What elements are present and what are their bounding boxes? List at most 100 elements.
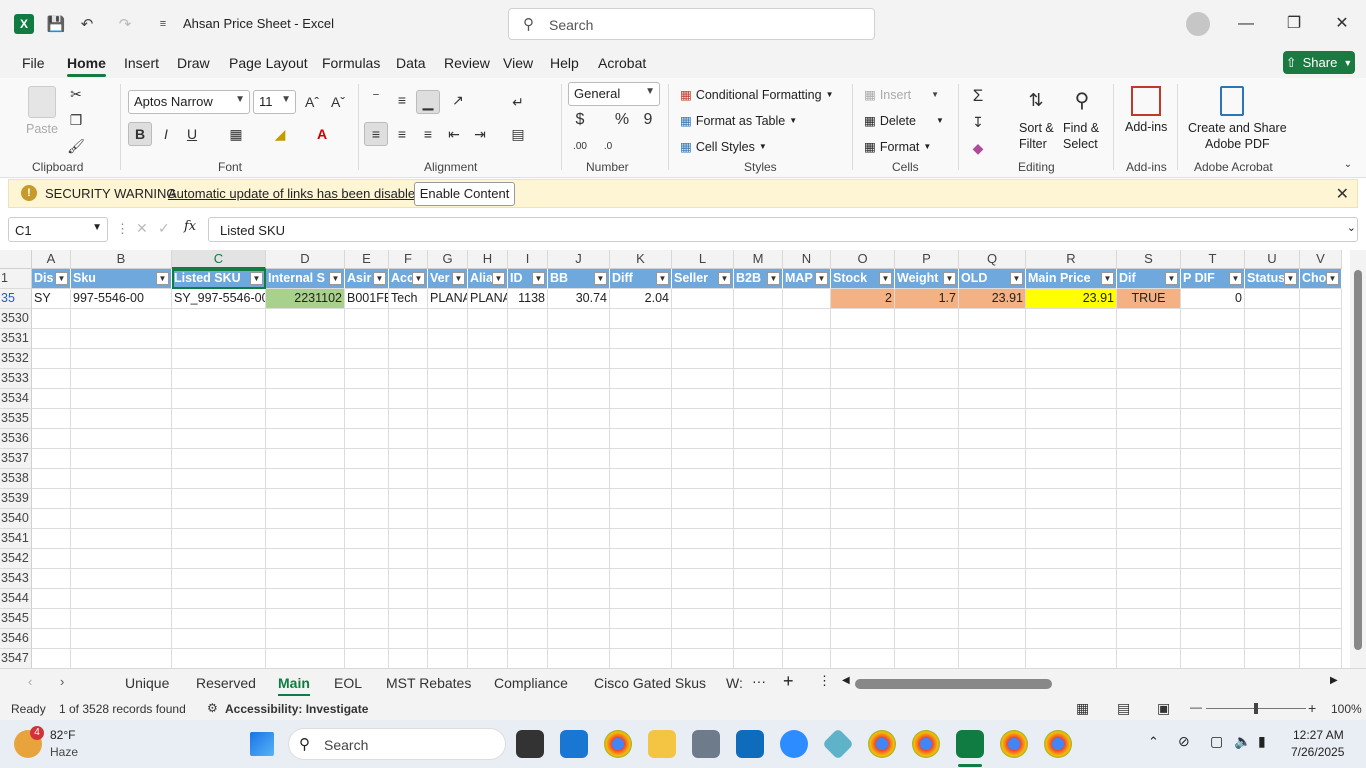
cell[interactable]	[32, 549, 71, 569]
cell[interactable]	[468, 369, 508, 389]
sort-filter-icon[interactable]: ⇅	[1024, 88, 1048, 112]
cell[interactable]	[266, 329, 345, 349]
table-header-cell[interactable]: MAP ▼	[783, 269, 831, 289]
italic-icon[interactable]: I	[154, 122, 178, 146]
tab-insert[interactable]: Insert	[124, 55, 159, 71]
cell[interactable]	[1181, 609, 1245, 629]
cell[interactable]	[32, 629, 71, 649]
cell[interactable]	[1117, 509, 1181, 529]
cell[interactable]	[266, 609, 345, 629]
cell[interactable]	[1245, 409, 1300, 429]
cell[interactable]	[345, 529, 389, 549]
cell[interactable]	[1300, 289, 1342, 309]
redo-icon[interactable]: ↷	[114, 13, 136, 35]
cell[interactable]	[345, 609, 389, 629]
cell[interactable]	[32, 589, 71, 609]
insert-cells-button[interactable]: ▦ Insert ▼	[864, 87, 939, 103]
cell[interactable]	[428, 349, 468, 369]
cell[interactable]	[783, 549, 831, 569]
cell[interactable]	[389, 529, 428, 549]
cell[interactable]	[508, 369, 548, 389]
cell[interactable]: 997-5546-00	[71, 289, 172, 309]
cell[interactable]	[1245, 389, 1300, 409]
cell[interactable]	[428, 429, 468, 449]
cell[interactable]	[266, 589, 345, 609]
cell[interactable]	[1245, 549, 1300, 569]
filter-dropdown-icon[interactable]: ▼	[532, 272, 545, 285]
column-header[interactable]: K	[610, 250, 672, 269]
cell[interactable]	[672, 349, 734, 369]
column-header[interactable]: F	[389, 250, 428, 269]
cell[interactable]	[1181, 569, 1245, 589]
cell[interactable]	[428, 409, 468, 429]
align-bottom-icon[interactable]: ▁	[416, 90, 440, 114]
cell[interactable]	[71, 389, 172, 409]
decrease-indent-icon[interactable]: ⇤	[442, 122, 466, 146]
scroll-left-icon[interactable]: ◀	[842, 675, 850, 686]
cell[interactable]	[32, 649, 71, 668]
cell[interactable]	[783, 369, 831, 389]
cell[interactable]	[783, 289, 831, 309]
cell[interactable]	[345, 309, 389, 329]
cell[interactable]	[1117, 549, 1181, 569]
cell[interactable]	[831, 349, 895, 369]
row-header[interactable]: 3531	[0, 329, 32, 349]
cell[interactable]	[32, 449, 71, 469]
cell[interactable]: SY_997-5546-00	[172, 289, 266, 309]
increase-indent-icon[interactable]: ⇥	[468, 122, 492, 146]
cell[interactable]	[548, 649, 610, 668]
cell[interactable]	[1026, 589, 1117, 609]
chrome-profile-icon[interactable]	[912, 730, 940, 758]
row-header[interactable]: 3540	[0, 509, 32, 529]
table-header-cell[interactable]: Weight ▼	[895, 269, 959, 289]
cell[interactable]	[428, 309, 468, 329]
cell[interactable]	[32, 609, 71, 629]
cell[interactable]	[71, 329, 172, 349]
cell[interactable]	[266, 369, 345, 389]
close-icon[interactable]: ✕	[1336, 184, 1349, 204]
sheet-tab-compliance[interactable]: Compliance	[494, 675, 568, 691]
cell[interactable]	[831, 429, 895, 449]
cell[interactable]	[959, 389, 1026, 409]
cell[interactable]	[468, 509, 508, 529]
filter-dropdown-icon[interactable]: ▼	[452, 272, 465, 285]
align-right-icon[interactable]: ≡	[416, 122, 440, 146]
cell[interactable]	[1181, 329, 1245, 349]
filter-dropdown-icon[interactable]: ▼	[156, 272, 169, 285]
cell[interactable]	[508, 429, 548, 449]
excel-taskbar-icon[interactable]	[956, 730, 984, 758]
cell[interactable]	[508, 309, 548, 329]
cell[interactable]	[1117, 369, 1181, 389]
find-select-button[interactable]: Find & Select	[1063, 120, 1099, 152]
cell[interactable]	[959, 569, 1026, 589]
cell[interactable]	[71, 569, 172, 589]
zoom-slider[interactable]	[1206, 703, 1306, 714]
cell[interactable]: 1138	[508, 289, 548, 309]
cell[interactable]	[468, 489, 508, 509]
cell[interactable]	[1026, 509, 1117, 529]
cell[interactable]	[508, 449, 548, 469]
column-header[interactable]: Q	[959, 250, 1026, 269]
cell[interactable]	[783, 329, 831, 349]
display-icon[interactable]: ▢	[1210, 733, 1223, 750]
number-format-select[interactable]: General ▼	[568, 82, 660, 106]
cell[interactable]	[172, 489, 266, 509]
customize-qat-icon[interactable]: ≡	[152, 13, 174, 35]
table-header-cell[interactable]: Status ▼	[1245, 269, 1300, 289]
cell[interactable]	[610, 469, 672, 489]
cell[interactable]	[783, 529, 831, 549]
table-header-cell[interactable]: Sku ▼	[71, 269, 172, 289]
cell[interactable]	[428, 329, 468, 349]
cell[interactable]: 2.04	[610, 289, 672, 309]
cut-icon[interactable]: ✂	[64, 82, 88, 106]
cell[interactable]	[831, 569, 895, 589]
cell[interactable]	[1117, 429, 1181, 449]
cell[interactable]	[783, 449, 831, 469]
cell[interactable]	[71, 309, 172, 329]
cell[interactable]	[1245, 349, 1300, 369]
column-header[interactable]: G	[428, 250, 468, 269]
cell[interactable]	[1300, 649, 1342, 668]
cell[interactable]	[71, 349, 172, 369]
cell[interactable]	[831, 369, 895, 389]
prev-sheet-icon[interactable]: ‹	[28, 674, 32, 689]
